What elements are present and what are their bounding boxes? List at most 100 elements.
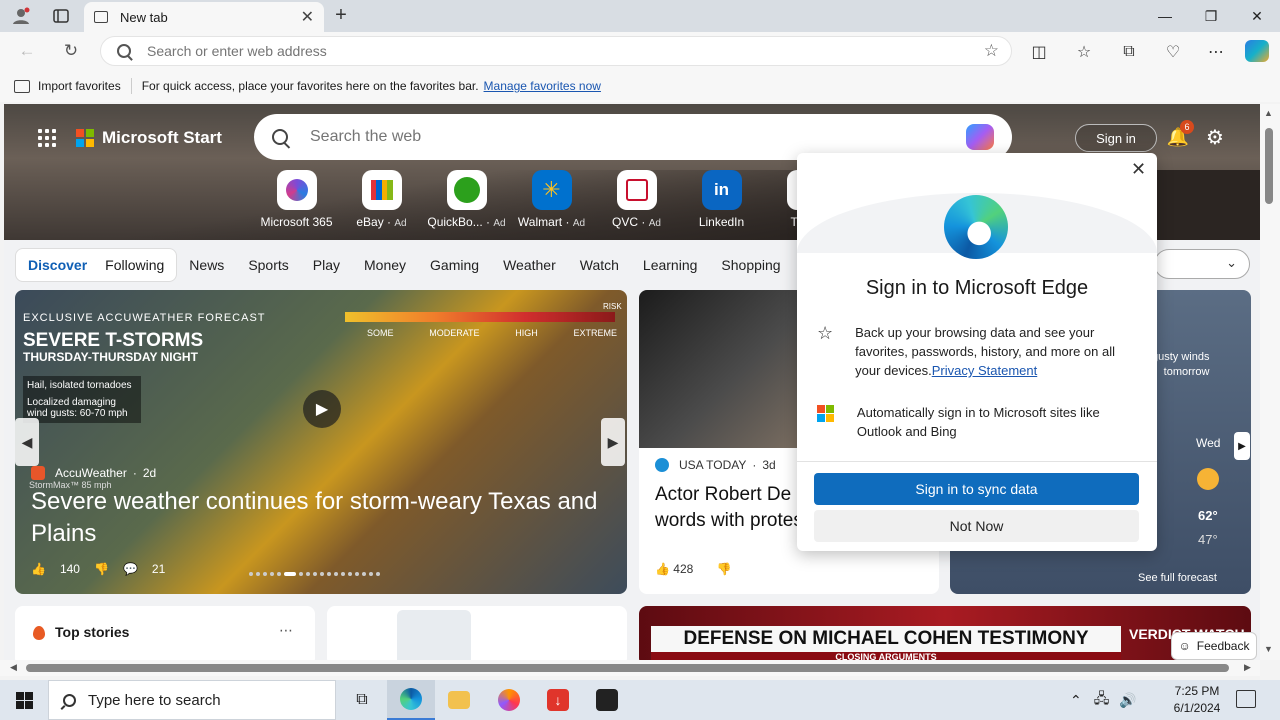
wind-note-line: tomorrow [1163, 366, 1210, 378]
previous-story-button[interactable]: ◀ [15, 418, 39, 466]
microsoft-start-logo[interactable]: Microsoft Start [76, 128, 222, 148]
quick-link-label: QVC [612, 215, 639, 229]
close-dialog-icon[interactable]: ✕ [1131, 159, 1146, 180]
tab-new-tab[interactable]: New tab ✕ [84, 2, 324, 32]
nav-weather[interactable]: Weather [503, 257, 556, 273]
notifications-bell-icon[interactable]: 🔔 6 [1167, 120, 1194, 148]
dislike-icon[interactable]: 👎 [717, 562, 732, 576]
copilot-icon[interactable] [1245, 40, 1269, 62]
quick-link-walmart[interactable]: ✳ Walmart · Ad [509, 170, 594, 229]
task-view-button[interactable]: ⧉ [338, 680, 386, 720]
quick-link-quickbooks[interactable]: QuickBo... · Ad [424, 170, 509, 229]
apps-launcher-icon[interactable] [38, 129, 56, 147]
taskbar-edge[interactable] [387, 680, 435, 720]
taskbar-app[interactable] [583, 680, 631, 720]
browser-essentials-icon[interactable]: ♡ [1160, 39, 1186, 65]
close-tab-icon[interactable]: ✕ [301, 7, 314, 27]
address-input[interactable] [147, 43, 984, 59]
story-headline[interactable]: Severe weather continues for storm-weary… [31, 486, 621, 550]
play-video-icon[interactable]: ▶ [303, 390, 341, 428]
add-favorite-icon[interactable]: ☆ [984, 41, 999, 61]
nav-sports[interactable]: Sports [248, 257, 288, 273]
risk-label: RISK [603, 302, 622, 311]
address-bar[interactable]: ☆ [100, 36, 1012, 66]
legend-item: Localized damaging wind gusts: 60-70 mph [27, 397, 128, 419]
settings-gear-icon[interactable]: ⚙ [1206, 125, 1224, 150]
like-icon[interactable]: 👍 [655, 562, 670, 576]
feedback-button[interactable]: ☺ Feedback [1171, 632, 1257, 660]
network-icon[interactable]: 🖧 [1094, 688, 1110, 712]
tab-actions-icon[interactable] [48, 4, 74, 28]
msn-sign-in-button[interactable]: Sign in [1075, 124, 1157, 152]
scroll-right-icon[interactable]: ▶ [1244, 662, 1251, 673]
quick-link-linkedin[interactable]: in LinkedIn [679, 170, 764, 229]
taskbar-firefox[interactable] [485, 680, 533, 720]
tab-following[interactable]: Following [105, 257, 164, 273]
layout-dropdown[interactable]: ⌄ [1154, 249, 1250, 279]
tab-discover[interactable]: Discover [28, 257, 87, 273]
favorites-bar: Import favorites For quick access, place… [0, 70, 1280, 102]
nav-watch[interactable]: Watch [580, 257, 619, 273]
privacy-statement-link[interactable]: Privacy Statement [932, 363, 1038, 378]
split-screen-icon[interactable]: ◫ [1026, 39, 1052, 65]
show-hidden-icons-icon[interactable]: ⌃ [1070, 692, 1082, 709]
nav-news[interactable]: News [189, 257, 224, 273]
scroll-left-icon[interactable]: ◀ [10, 662, 17, 673]
comment-icon[interactable]: 💬 [123, 562, 138, 576]
quick-link-qvc[interactable]: QVC · Ad [594, 170, 679, 229]
minimize-button[interactable]: — [1142, 0, 1188, 32]
taskbar-downloader[interactable]: ↓ [534, 680, 582, 720]
quick-link-label: eBay [356, 215, 384, 229]
app-grid-icon [596, 689, 618, 711]
copilot-icon[interactable] [966, 124, 994, 150]
taskbar-file-explorer[interactable] [435, 680, 483, 720]
more-menu-icon[interactable]: ⋯ [1203, 39, 1229, 65]
not-now-button[interactable]: Not Now [814, 510, 1139, 542]
notification-center-icon[interactable] [1236, 690, 1256, 708]
favorites-icon[interactable]: ☆ [1071, 39, 1097, 65]
close-window-button[interactable]: ✕ [1234, 0, 1280, 32]
web-search-input[interactable] [310, 128, 966, 146]
nav-shopping[interactable]: Shopping [721, 257, 780, 273]
product-ad-card[interactable] [327, 606, 627, 660]
taskbar-clock[interactable]: 7:25 PM 6/1/2024 [1162, 683, 1232, 717]
quick-link-microsoft-365[interactable]: Microsoft 365 [254, 170, 339, 229]
volume-icon[interactable]: 🔊 [1119, 692, 1136, 709]
next-day-button[interactable]: ▶ [1234, 432, 1250, 460]
back-button[interactable]: ← [14, 38, 40, 64]
video-story-card[interactable]: DEFENSE ON MICHAEL COHEN TESTIMONY CLOSI… [639, 606, 1251, 660]
dislike-icon[interactable]: 👎 [94, 562, 109, 576]
nav-money[interactable]: Money [364, 257, 406, 273]
next-story-button[interactable]: ▶ [601, 418, 625, 466]
quick-link-ebay[interactable]: eBay · Ad [339, 170, 424, 229]
taskbar-search[interactable]: Type here to search [48, 680, 336, 720]
scroll-down-icon[interactable]: ▼ [1264, 644, 1273, 654]
nav-gaming[interactable]: Gaming [430, 257, 479, 273]
scrollbar-thumb[interactable] [1265, 128, 1273, 204]
horizontal-scrollbar[interactable]: ◀ ▶ [0, 660, 1260, 676]
new-tab-button[interactable]: + [330, 4, 352, 26]
auto-signin-text: Automatically sign in to Microsoft sites… [856, 405, 1100, 439]
sign-in-sync-button[interactable]: Sign in to sync data [814, 473, 1139, 505]
import-favorites-button[interactable]: Import favorites [38, 79, 121, 93]
scrollbar-thumb[interactable] [26, 664, 1229, 672]
start-button[interactable] [0, 680, 48, 720]
like-icon[interactable]: 👍 [31, 562, 46, 576]
scroll-up-icon[interactable]: ▲ [1264, 108, 1273, 118]
story-reactions: 👍 140 👎 💬 21 [31, 562, 179, 576]
more-options-icon[interactable]: ⋯ [279, 622, 293, 639]
profile-icon[interactable] [8, 4, 34, 28]
manage-favorites-link[interactable]: Manage favorites now [484, 79, 601, 93]
taskbar-search-placeholder: Type here to search [88, 691, 221, 709]
divider [797, 461, 1157, 462]
featured-story-card[interactable]: EXCLUSIVE ACCUWEATHER FORECAST SEVERE T-… [15, 290, 627, 594]
see-full-forecast-link[interactable]: See full forecast [1138, 572, 1217, 584]
feedback-icon: ☺ [1178, 639, 1191, 653]
feedback-label: Feedback [1196, 639, 1250, 653]
restore-button[interactable]: ❐ [1188, 0, 1234, 32]
refresh-button[interactable]: ↻ [58, 38, 84, 64]
collections-icon[interactable]: ⧉ [1116, 39, 1142, 65]
nav-play[interactable]: Play [313, 257, 340, 273]
vertical-scrollbar[interactable]: ▲ ▼ [1260, 104, 1280, 660]
nav-learning[interactable]: Learning [643, 257, 698, 273]
